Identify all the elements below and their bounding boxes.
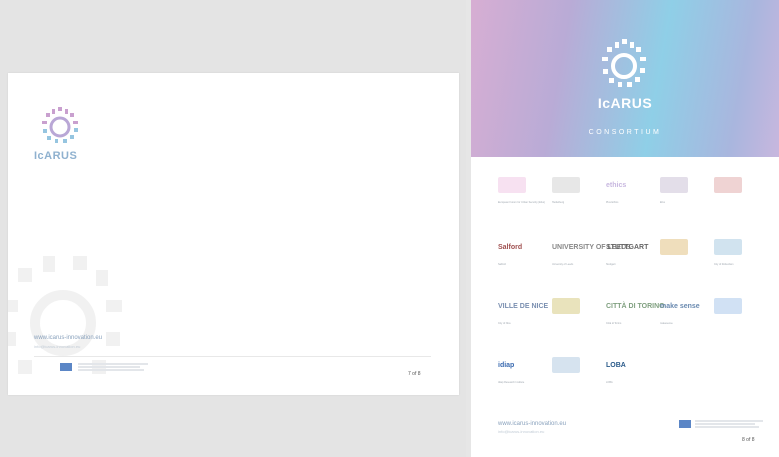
partner-caption: City of Rotterdam [714, 263, 734, 266]
footer-email: info@icarus-innovation.eu [498, 429, 545, 434]
icarus-wordmark: IcARUS [597, 95, 653, 111]
partner-logo-graphic [552, 357, 580, 373]
document-page-7: IcARUS www.icarus-innovation.eu info@ica… [8, 73, 459, 395]
footer-website-link[interactable]: www.icarus-innovation.eu [34, 335, 102, 341]
partner-caption: Stuttgart [606, 263, 616, 266]
eu-funding-notice [78, 363, 158, 371]
partner-logo-graphic [714, 298, 742, 314]
eu-flag-icon [679, 420, 691, 428]
partner-logo-mark: CITTÀ DI TORINO [606, 302, 665, 310]
partner-logo-mark: LOBA [606, 361, 626, 369]
partner-logo: VILLE DE NICE City of Nice [498, 291, 549, 331]
document-page-8: IcARUS CONSORTIUM European Forum for Urb… [471, 0, 779, 457]
partner-logo-graphic [714, 177, 742, 193]
partner-logo: City of Rotterdam [714, 232, 762, 272]
icarus-emblem-icon [602, 39, 646, 87]
partner-logo: ethics Plus Ethics [606, 170, 654, 210]
partner-logo: STUTTGART Stuttgart [606, 232, 654, 272]
partner-logo [660, 232, 708, 272]
partner-logo-mark [498, 174, 544, 196]
partner-logo-mark: ethics [606, 181, 627, 189]
partner-logo-graphic [552, 298, 580, 314]
partner-logo-graphic [552, 177, 580, 193]
footer-email: info@icarus-innovation.eu [34, 344, 81, 349]
partner-logo [714, 291, 762, 331]
partner-logo-mark [714, 174, 760, 196]
partner-logo-graphic [660, 177, 688, 193]
partner-caption: Città di Torino [606, 322, 622, 325]
partner-caption: Plus Ethics [606, 201, 619, 204]
consortium-banner: IcARUS CONSORTIUM [471, 0, 779, 157]
partner-logo [552, 350, 600, 390]
partner-logo-graphic [498, 177, 526, 193]
decorative-emblem-watermark [8, 256, 122, 374]
partner-logo: UNIVERSITY OF LEEDS University of Leeds [552, 232, 631, 272]
partner-caption: Efus [660, 201, 666, 204]
partner-logo-mark [552, 354, 598, 376]
partner-logo-mark [552, 295, 598, 317]
partner-caption: European Forum for Urban Security (Efus) [498, 201, 545, 204]
partner-logo-mark [714, 236, 760, 258]
partner-caption: Heidelberg [552, 201, 565, 204]
partner-logo-mark: VILLE DE NICE [498, 302, 549, 310]
partner-logo-mark: STUTTGART [606, 243, 649, 251]
partner-caption: City of Nice [498, 322, 511, 325]
partner-logo-mark: idiap [498, 361, 515, 369]
partner-caption: LOBA [606, 381, 613, 384]
footer-divider [34, 356, 431, 357]
partner-logo: European Forum for Urban Security (Efus) [498, 170, 546, 210]
icarus-emblem-icon [42, 107, 78, 143]
partner-logo: Heidelberg [552, 170, 600, 210]
eu-flag-icon [60, 363, 72, 371]
partner-caption: Idiap Research Institute [498, 381, 525, 384]
icarus-wordmark: IcARUS [34, 150, 78, 162]
partner-logo [552, 291, 600, 331]
partner-logo-graphic [714, 239, 742, 255]
eu-funding-notice [695, 420, 765, 428]
partner-logo-mark: Salford [498, 243, 523, 251]
partner-logo-graphic [660, 239, 688, 255]
partner-logo-mark [714, 295, 760, 317]
partner-logo [714, 170, 762, 210]
partner-logo: CITTÀ DI TORINO Città di Torino [606, 291, 665, 331]
partner-logo-mark: UNIVERSITY OF LEEDS [552, 243, 631, 251]
partner-logo-mark [552, 174, 598, 196]
partner-caption: Salford [498, 263, 506, 266]
partner-logo: Efus [660, 170, 708, 210]
page-number: 8 of 8 [742, 437, 755, 443]
partner-caption: University of Leeds [552, 263, 574, 266]
consortium-heading: CONSORTIUM [588, 129, 662, 136]
partner-logo-mark [660, 236, 706, 258]
partner-logo-mark: make sense [660, 302, 700, 310]
partner-logo: Salford Salford [498, 232, 546, 272]
page-number: 7 of 8 [408, 371, 421, 377]
partner-caption: makesense [660, 322, 673, 325]
footer-website-link[interactable]: www.icarus-innovation.eu [498, 421, 566, 427]
partner-logo: idiap Idiap Research Institute [498, 350, 546, 390]
partner-logo-mark [660, 174, 706, 196]
partner-logo: LOBA LOBA [606, 350, 654, 390]
partner-logo: make sense makesense [660, 291, 708, 331]
